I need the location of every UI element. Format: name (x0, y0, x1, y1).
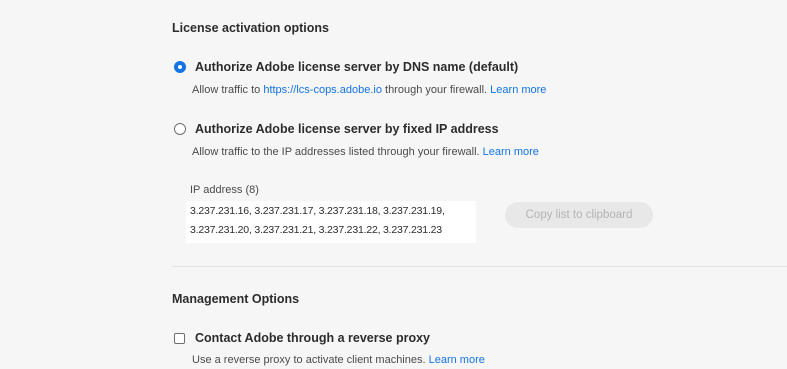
proxy-option-row[interactable]: Contact Adobe through a reverse proxy (174, 331, 430, 345)
settings-panel: License activation options Authorize Ado… (0, 0, 787, 369)
proxy-checkbox[interactable] (174, 332, 185, 344)
ip-radio[interactable] (174, 123, 186, 135)
proxy-option-label: Contact Adobe through a reverse proxy (195, 331, 430, 345)
dns-option-row[interactable]: Authorize Adobe license server by DNS na… (174, 60, 518, 74)
ip-option-description: Allow traffic to the IP addresses listed… (192, 146, 539, 158)
ip-option-row[interactable]: Authorize Adobe license server by fixed … (174, 122, 499, 136)
management-options-title: Management Options (172, 292, 300, 306)
ip-learn-more-link[interactable]: Learn more (483, 146, 539, 158)
dns-radio[interactable] (174, 61, 186, 73)
proxy-learn-more-link[interactable]: Learn more (429, 354, 485, 366)
ip-address-list[interactable]: 3.237.231.16, 3.237.231.17, 3.237.231.18… (186, 201, 476, 243)
ip-desc-text: Allow traffic to the IP addresses listed… (192, 146, 483, 158)
license-activation-title: License activation options (172, 21, 329, 35)
ip-list-line-2: 3.237.231.20, 3.237.231.21, 3.237.231.22… (190, 224, 442, 236)
dns-url-link[interactable]: https://lcs-cops.adobe.io (263, 84, 382, 96)
copy-list-button[interactable]: Copy list to clipboard (505, 202, 653, 228)
proxy-desc-text: Use a reverse proxy to activate client m… (192, 354, 429, 366)
dns-option-description: Allow traffic to https://lcs-cops.adobe.… (192, 84, 546, 96)
ip-address-label: IP address (8) (190, 184, 259, 196)
dns-learn-more-link[interactable]: Learn more (490, 84, 546, 96)
section-divider (172, 266, 787, 267)
proxy-option-description: Use a reverse proxy to activate client m… (192, 354, 485, 366)
dns-option-label: Authorize Adobe license server by DNS na… (195, 60, 519, 74)
dns-desc-prefix: Allow traffic to (192, 84, 264, 96)
ip-list-line-1: 3.237.231.16, 3.237.231.17, 3.237.231.18… (190, 205, 445, 217)
dns-desc-suffix: through your firewall. (381, 84, 491, 96)
ip-option-label: Authorize Adobe license server by fixed … (195, 122, 499, 136)
